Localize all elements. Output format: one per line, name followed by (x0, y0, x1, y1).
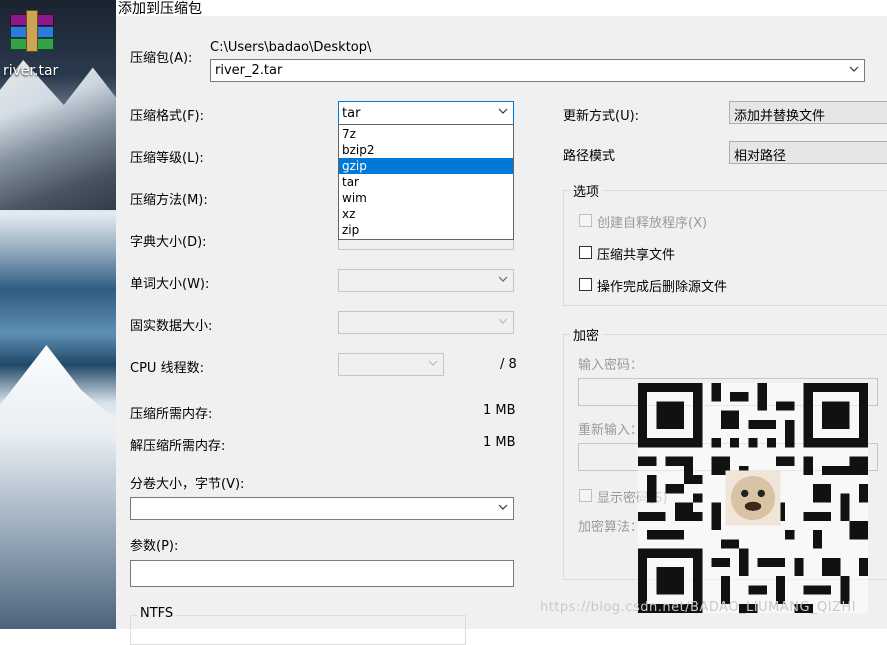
shared-files-checkbox[interactable] (579, 246, 592, 259)
cpu-threads-label: CPU 线程数: (130, 361, 204, 376)
path-mode-combo[interactable]: 相对路径 (729, 141, 887, 164)
solid-size-label: 固实数据大小: (130, 319, 213, 334)
format-option-7z[interactable]: 7z (339, 126, 513, 142)
method-label: 压缩方法(M): (130, 193, 208, 208)
encryption-method-label: 加密算法： (578, 520, 644, 535)
decompress-memory-label: 解压缩所需内存: (130, 439, 226, 454)
solid-size-combo[interactable] (338, 311, 514, 334)
add-to-archive-dialog: 添加到压缩包 压缩包(A): C:\Users\badao\Desktop\ r… (116, 0, 887, 645)
dialog-title: 添加到压缩包 (118, 1, 202, 17)
archive-path-text: C:\Users\badao\Desktop\ (210, 40, 372, 55)
winrar-archive-icon[interactable] (8, 8, 54, 54)
archive-name-combo[interactable]: river_2.tar (210, 59, 865, 82)
compress-memory-value: 1 MB (483, 403, 516, 418)
delete-source-checkbox[interactable] (579, 278, 592, 291)
password-label: 输入密码： (578, 358, 644, 373)
desktop-mountain (0, 60, 116, 210)
cpu-threads-combo[interactable] (338, 353, 444, 376)
params-input[interactable] (130, 560, 514, 587)
options-group-title: 选项 (570, 181, 603, 200)
decompress-memory-value: 1 MB (483, 435, 516, 450)
update-mode-value: 添加并替换文件 (734, 109, 826, 124)
chevron-down-icon[interactable] (427, 357, 439, 369)
volume-size-label: 分卷大小，字节(V): (130, 477, 245, 492)
dictionary-size-label: 字典大小(D): (130, 235, 207, 250)
format-option-xz[interactable]: xz (339, 206, 513, 222)
format-label: 压缩格式(F): (130, 109, 205, 124)
desktop-icon-label[interactable]: river.tar (3, 63, 58, 79)
level-label: 压缩等级(L): (130, 151, 204, 166)
volume-size-combo[interactable] (130, 497, 514, 520)
cpu-threads-max: / 8 (500, 357, 517, 372)
archive-label: 压缩包(A): (130, 51, 193, 66)
format-option-wim[interactable]: wim (339, 190, 513, 206)
format-option-bzip2[interactable]: bzip2 (339, 142, 513, 158)
compress-memory-label: 压缩所需内存: (130, 407, 213, 422)
sfx-label: 创建自释放程序(X) (597, 216, 708, 231)
chevron-down-icon[interactable] (497, 105, 509, 117)
shared-files-label: 压缩共享文件 (597, 248, 676, 263)
password-reenter-label: 重新输入： (578, 423, 644, 438)
desktop-background: river.tar (0, 0, 116, 629)
desktop-snow-hill (0, 345, 116, 629)
ntfs-group: NTFS (130, 606, 466, 645)
show-password-checkbox[interactable] (579, 489, 592, 502)
sfx-checkbox[interactable] (579, 214, 592, 227)
format-value: tar (342, 106, 361, 121)
chevron-down-icon[interactable] (497, 501, 509, 513)
delete-source-label: 操作完成后删除源文件 (597, 280, 728, 295)
update-mode-label: 更新方式(U): (563, 109, 640, 124)
format-option-gzip[interactable]: gzip (339, 158, 513, 174)
format-option-tar[interactable]: tar (339, 174, 513, 190)
word-size-label: 单词大小(W): (130, 277, 210, 292)
format-option-zip[interactable]: zip (339, 222, 513, 238)
chevron-down-icon[interactable] (497, 273, 509, 285)
path-mode-label: 路径模式 (563, 149, 616, 164)
qr-code-image (638, 383, 868, 613)
watermark-url: https://blog.csdn.net/BADAO_LIUMANG_QIZH… (540, 600, 857, 615)
archive-name-value: river_2.tar (215, 63, 283, 78)
dialog-titlebar[interactable]: 添加到压缩包 (116, 0, 887, 17)
params-label: 参数(P): (130, 539, 179, 554)
path-mode-value: 相对路径 (734, 149, 787, 164)
chevron-down-icon[interactable] (848, 63, 860, 75)
encryption-group-title: 加密 (570, 325, 603, 344)
word-size-combo[interactable] (338, 269, 514, 292)
format-dropdown-list: 7z bzip2 gzip tar wim xz zip (338, 124, 514, 240)
format-combo[interactable]: tar (338, 101, 514, 125)
update-mode-combo[interactable]: 添加并替换文件 (729, 101, 887, 124)
ntfs-group-title: NTFS (137, 606, 177, 621)
chevron-down-icon[interactable] (497, 315, 509, 327)
